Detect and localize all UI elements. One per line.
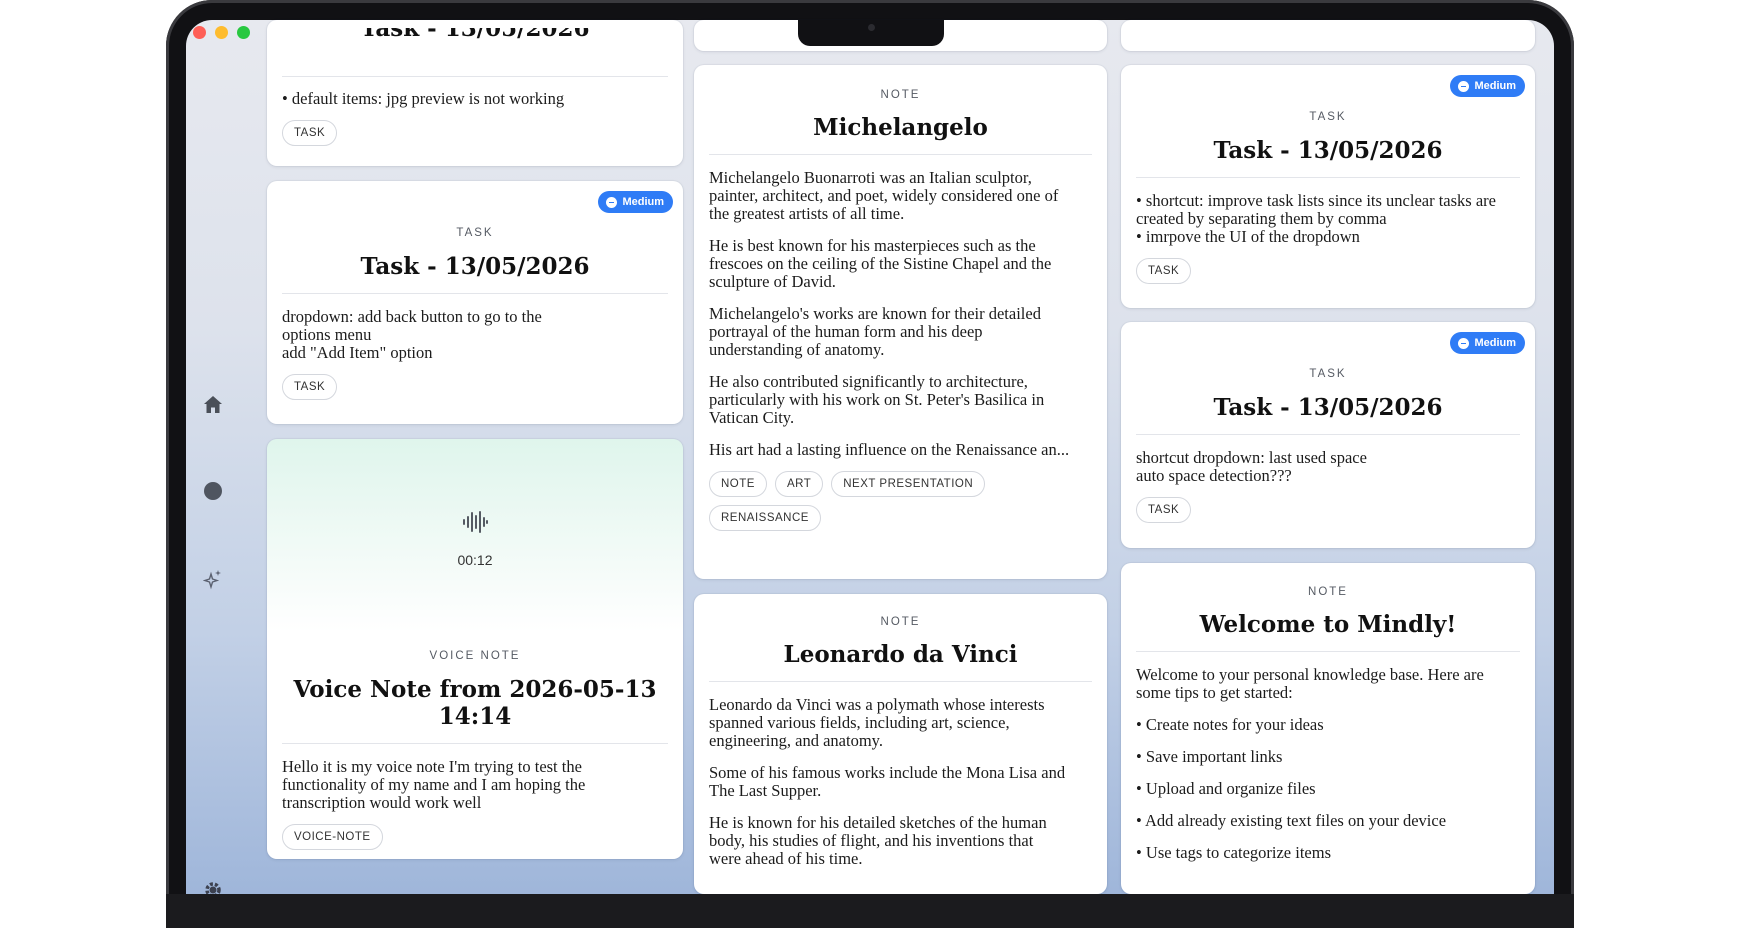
task-card[interactable]: Medium TASK Task - 13/05/2026 shortcut d…: [1121, 322, 1535, 548]
card-title: Task - 13/05/2026: [282, 28, 668, 77]
card-body: Hello it is my voice note I'm trying to …: [282, 757, 586, 812]
tag-list: TASK: [1136, 497, 1520, 523]
audio-waveform-icon[interactable]: [282, 510, 668, 534]
note-card[interactable]: NOTE Welcome to Mindly! Welcome to your …: [1121, 563, 1535, 894]
voice-note-card[interactable]: 00:12 VOICE NOTE Voice Note from 2026-05…: [267, 439, 683, 859]
home-icon[interactable]: [201, 392, 225, 416]
card-title: Welcome to Mindly!: [1136, 611, 1520, 652]
task-card[interactable]: [1121, 20, 1535, 51]
tag-list: NOTE ART NEXT PRESENTATION RENAISSANCE: [709, 471, 1092, 531]
task-card[interactable]: Medium TASK Task - 13/05/2026 dropdown: …: [267, 181, 683, 424]
card-type-label: NOTE: [880, 89, 921, 101]
priority-badge: Medium: [598, 191, 673, 213]
tag-chip[interactable]: TASK: [1136, 497, 1192, 523]
minus-circle-icon: [1458, 337, 1470, 349]
card-body: Leonardo da Vinci was a polymath whose i…: [709, 695, 1066, 868]
card-type-label: NOTE: [1308, 586, 1348, 598]
tag-list: VOICE-NOTE: [282, 824, 668, 850]
settings-icon[interactable]: [201, 880, 225, 894]
card-type-label: TASK: [456, 227, 494, 239]
tag-chip[interactable]: RENAISSANCE: [709, 505, 821, 531]
task-card[interactable]: Medium TASK Task - 13/05/2026 • shortcut…: [1121, 65, 1535, 308]
priority-badge: Medium: [1450, 75, 1525, 97]
card-body: shortcut dropdown: last used space auto …: [1136, 448, 1367, 485]
card-title: Task - 13/05/2026: [282, 253, 668, 294]
card-type-label: NOTE: [880, 616, 921, 628]
card-title: Voice Note from 2026-05-13 14:14: [282, 676, 668, 744]
card-type-label: TASK: [1309, 368, 1347, 380]
card-body: Welcome to your personal knowledge base.…: [1136, 665, 1484, 862]
card-type-label: TASK: [1309, 111, 1347, 123]
minus-circle-icon: [606, 196, 618, 208]
minus-circle-icon: [1458, 80, 1470, 92]
card-body: • default items: jpg preview is not work…: [282, 89, 565, 108]
circle-icon[interactable]: [201, 479, 225, 503]
card-body: dropdown: add back button to go to the o…: [282, 307, 542, 362]
task-card[interactable]: Task - 13/05/2026 • default items: jpg p…: [267, 20, 683, 166]
note-card[interactable]: NOTE Leonardo da Vinci Leonardo da Vinci…: [694, 594, 1107, 894]
tag-chip[interactable]: NEXT PRESENTATION: [831, 471, 986, 497]
window-controls: [193, 26, 250, 39]
tag-chip[interactable]: NOTE: [709, 471, 767, 497]
tag-chip[interactable]: VOICE-NOTE: [282, 824, 383, 850]
tag-chip[interactable]: TASK: [282, 120, 338, 146]
laptop-base: [166, 894, 1574, 928]
camera-dot: [868, 24, 875, 31]
card-body: • shortcut: improve task lists since its…: [1136, 191, 1496, 246]
card-title: Task - 13/05/2026: [1136, 394, 1520, 435]
tag-chip[interactable]: ART: [774, 471, 824, 497]
recording-duration: 00:12: [457, 552, 493, 568]
note-card[interactable]: NOTE Michelangelo Michelangelo Buonarrot…: [694, 65, 1107, 579]
tag-chip[interactable]: TASK: [282, 374, 338, 400]
card-body: Michelangelo Buonarroti was an Italian s…: [709, 168, 1070, 459]
card-title: Task - 13/05/2026: [1136, 137, 1520, 178]
minimize-window-button[interactable]: [215, 26, 228, 39]
tag-list: TASK: [1136, 258, 1520, 284]
card-title: Michelangelo: [709, 114, 1092, 155]
card-type-label: VOICE NOTE: [429, 650, 521, 662]
tag-list: TASK: [282, 374, 668, 400]
card-title: Leonardo da Vinci: [709, 641, 1092, 682]
priority-badge: Medium: [1450, 332, 1525, 354]
tag-list: TASK: [282, 120, 668, 146]
maximize-window-button[interactable]: [237, 26, 250, 39]
sparkle-icon[interactable]: [201, 567, 225, 591]
close-window-button[interactable]: [193, 26, 206, 39]
tag-chip[interactable]: TASK: [1136, 258, 1192, 284]
